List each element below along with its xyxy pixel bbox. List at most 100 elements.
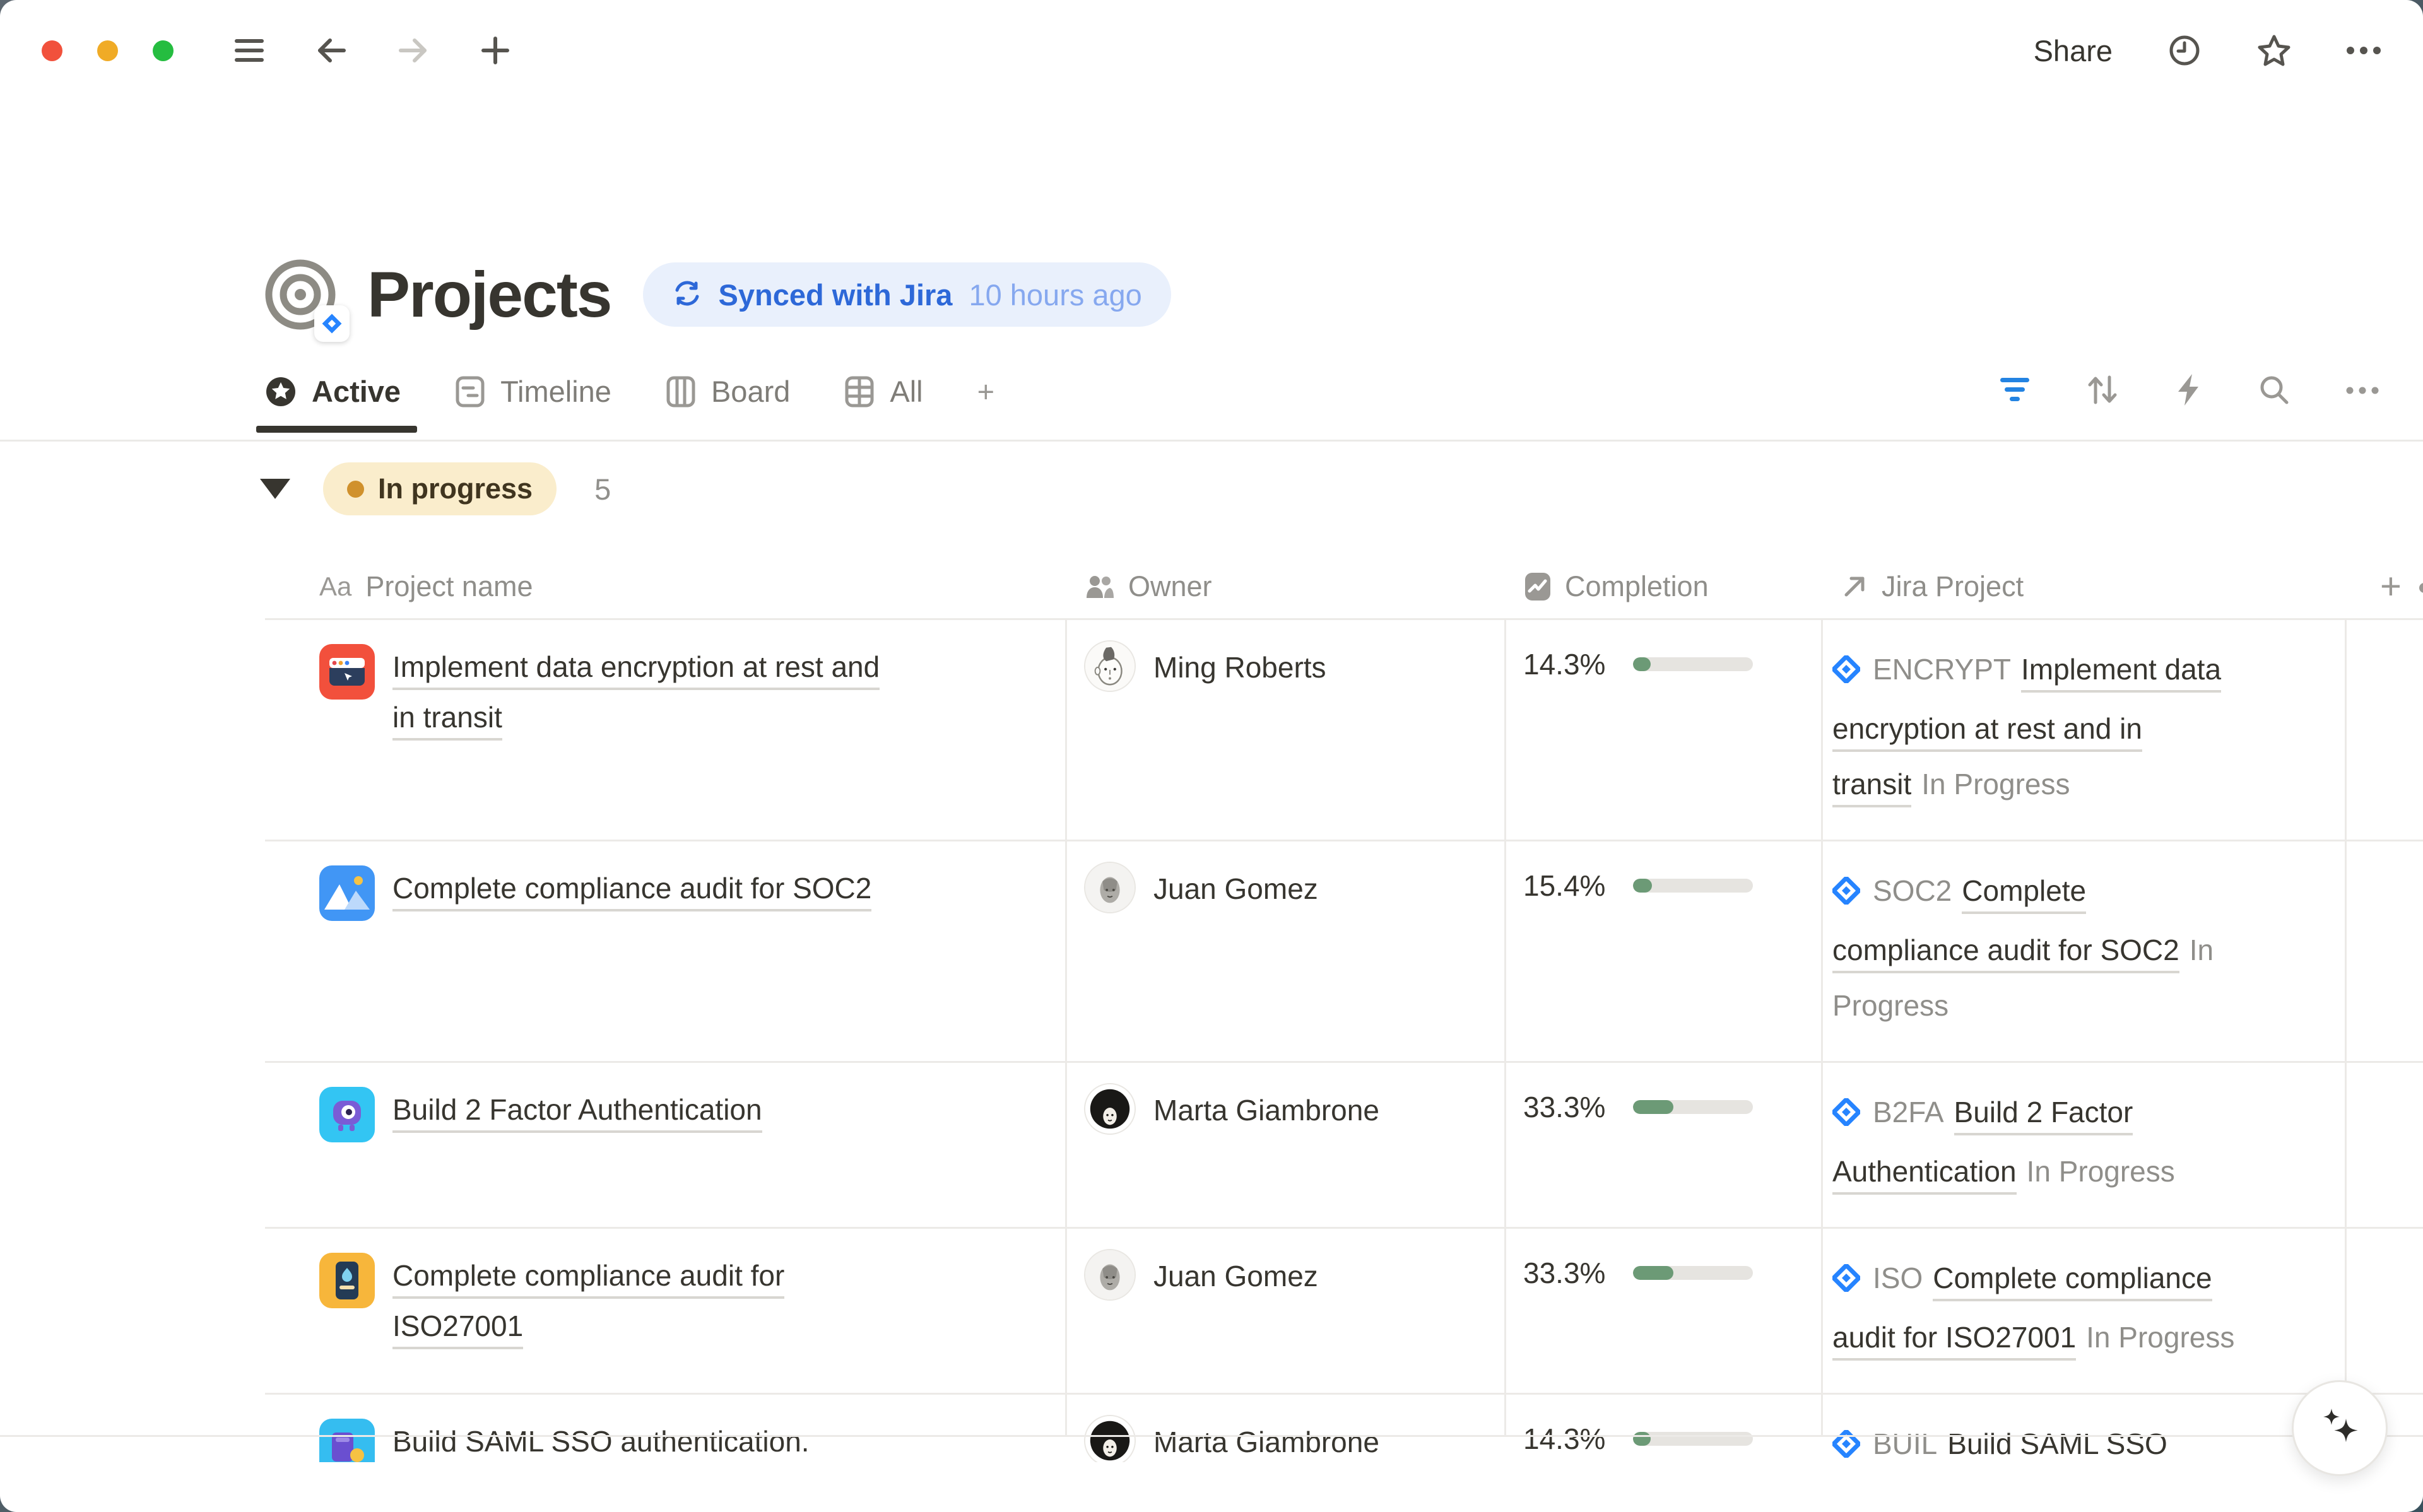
more-options-icon[interactable] xyxy=(2346,33,2381,68)
back-icon[interactable] xyxy=(314,33,349,68)
completion-cell[interactable]: 33.3% xyxy=(1504,1229,1821,1293)
owner-name: Marta Giambrone xyxy=(1153,1083,1379,1137)
project-name-link[interactable]: Complete compliance audit for ISO27001 xyxy=(392,1250,897,1351)
close-window-button[interactable] xyxy=(42,40,62,61)
automations-lightning-icon[interactable] xyxy=(2174,373,2202,410)
completion-percent: 14.3% xyxy=(1523,644,1605,684)
completion-percent: 14.3% xyxy=(1523,1419,1605,1459)
table-row[interactable]: Complete compliance audit for SOC2 Juan … xyxy=(265,841,2423,1063)
tab-timeline[interactable]: Timeline xyxy=(455,374,611,409)
owner-name: Marta Giambrone xyxy=(1153,1415,1379,1462)
page-title: Projects xyxy=(367,256,611,333)
window-controls xyxy=(42,40,174,61)
completion-cell[interactable]: 14.3% xyxy=(1504,620,1821,684)
sort-icon[interactable] xyxy=(2086,373,2119,409)
column-header-jira-project[interactable]: Jira Project xyxy=(1821,570,2345,603)
project-name-link[interactable]: Build SAML SSO authentication. xyxy=(392,1416,810,1462)
column-label: Jira Project xyxy=(1882,570,2024,603)
project-name-link[interactable]: Build 2 Factor Authentication xyxy=(392,1084,762,1142)
sync-label: Synced with Jira xyxy=(719,278,953,312)
column-header-completion[interactable]: Completion xyxy=(1504,570,1821,603)
table-row[interactable]: Complete compliance audit for ISO27001 J… xyxy=(265,1229,2423,1395)
minimize-window-button[interactable] xyxy=(97,40,118,61)
ai-assistant-button[interactable] xyxy=(2292,1380,2388,1476)
table-row[interactable]: Implement data encryption at rest and in… xyxy=(265,620,2423,841)
share-button[interactable]: Share xyxy=(2034,33,2113,68)
jira-project-cell[interactable]: ISOComplete compliance audit for ISO2700… xyxy=(1821,1229,2345,1393)
project-icon xyxy=(319,644,375,700)
collapse-group-icon[interactable] xyxy=(260,479,290,499)
tab-label: Board xyxy=(711,374,790,409)
table-row[interactable]: Build 2 Factor Authentication Marta Giam… xyxy=(265,1063,2423,1229)
tab-all[interactable]: All xyxy=(844,374,923,409)
project-icon xyxy=(319,1419,375,1462)
completion-cell[interactable]: 15.4% xyxy=(1504,841,1821,906)
jira-sync-badge-icon xyxy=(314,305,350,342)
project-name-link[interactable]: Complete compliance audit for SOC2 xyxy=(392,863,871,921)
viewport-bottom-divider xyxy=(0,1435,2423,1437)
jira-status: In Progress xyxy=(2086,1321,2234,1354)
updates-clock-icon[interactable] xyxy=(2167,33,2202,68)
project-name-link[interactable]: Implement data encryption at rest and in… xyxy=(392,642,897,742)
column-divider[interactable] xyxy=(1065,620,1067,1437)
jira-project-cell[interactable]: SOC2Complete compliance audit for SOC2In… xyxy=(1821,841,2345,1061)
project-name-cell[interactable]: Build 2 Factor Authentication xyxy=(265,1063,1065,1170)
owner-cell[interactable]: Marta Giambrone xyxy=(1065,1063,1504,1137)
group-status-pill[interactable]: In progress xyxy=(323,462,557,515)
project-name-cell[interactable]: Complete compliance audit for ISO27001 xyxy=(265,1229,1065,1379)
toolbar: Share xyxy=(0,0,2423,101)
avatar xyxy=(1084,1083,1136,1135)
synced-with-jira-pill[interactable]: Synced with Jira 10 hours ago xyxy=(643,262,1171,327)
avatar xyxy=(1084,1249,1136,1301)
completion-cell[interactable]: 33.3% xyxy=(1504,1063,1821,1127)
table-row[interactable]: Build SAML SSO authentication. Marta Gia… xyxy=(265,1395,2423,1462)
completion-cell[interactable]: 14.3% xyxy=(1504,1395,1821,1459)
add-view-button[interactable]: + xyxy=(977,374,994,409)
avatar xyxy=(1084,1415,1136,1462)
owner-cell[interactable]: Juan Gomez xyxy=(1065,841,1504,916)
tab-label: All xyxy=(890,374,923,409)
project-name-cell[interactable]: Implement data encryption at rest and in… xyxy=(265,620,1065,770)
owner-cell[interactable]: Marta Giambrone xyxy=(1065,1395,1504,1462)
app-window: Share Projects xyxy=(0,0,2423,1512)
progress-bar xyxy=(1633,1432,1753,1446)
forward-icon[interactable] xyxy=(396,33,431,68)
zoom-window-button[interactable] xyxy=(153,40,174,61)
project-name-cell[interactable]: Complete compliance audit for SOC2 xyxy=(265,841,1065,949)
favorite-star-icon[interactable] xyxy=(2256,33,2292,68)
filter-icon[interactable] xyxy=(1999,377,2031,406)
jira-project-cell[interactable]: B2FABuild 2 Factor AuthenticationIn Prog… xyxy=(1821,1063,2345,1227)
column-divider[interactable] xyxy=(1504,620,1506,1437)
search-icon[interactable] xyxy=(2258,373,2290,409)
column-header-project-name[interactable]: Aa Project name xyxy=(265,570,1065,603)
column-header-owner[interactable]: Owner xyxy=(1065,570,1504,603)
projects-table: Aa Project name Owner Completion Jira Pr… xyxy=(265,555,2423,1462)
group-label: In progress xyxy=(378,472,533,505)
avatar xyxy=(1084,640,1136,692)
jira-project-cell[interactable]: ENCRYPTImplement data encryption at rest… xyxy=(1821,620,2345,840)
tab-label: Active xyxy=(312,374,401,409)
tab-active[interactable]: Active xyxy=(265,374,401,409)
new-page-icon[interactable] xyxy=(478,33,513,68)
tabs-divider xyxy=(0,440,2423,442)
clipped-more-icon xyxy=(2419,583,2423,593)
column-divider[interactable] xyxy=(1821,620,1823,1437)
jira-project-cell[interactable]: BUILBuild SAML SSO authentication.In Pro… xyxy=(1821,1395,2345,1462)
tab-label: Timeline xyxy=(500,374,611,409)
add-column-button[interactable]: + xyxy=(2345,555,2423,618)
owner-cell[interactable]: Juan Gomez xyxy=(1065,1229,1504,1303)
progress-bar-fill xyxy=(1633,879,1651,893)
owner-cell[interactable]: Ming Roberts xyxy=(1065,620,1504,694)
group-header: In progress 5 xyxy=(260,462,611,515)
progress-bar xyxy=(1633,1266,1753,1280)
tab-board[interactable]: Board xyxy=(666,374,790,409)
progress-bar xyxy=(1633,879,1753,893)
completion-percent: 15.4% xyxy=(1523,865,1605,906)
project-name-cell[interactable]: Build SAML SSO authentication. xyxy=(265,1395,1065,1462)
view-more-icon[interactable] xyxy=(2346,386,2379,397)
column-divider[interactable] xyxy=(2345,620,2347,1437)
jira-diamond-icon xyxy=(1832,867,1860,922)
page-target-icon[interactable] xyxy=(264,256,341,333)
table-rows: Implement data encryption at rest and in… xyxy=(265,620,2423,1462)
sidebar-menu-icon[interactable] xyxy=(232,33,267,68)
